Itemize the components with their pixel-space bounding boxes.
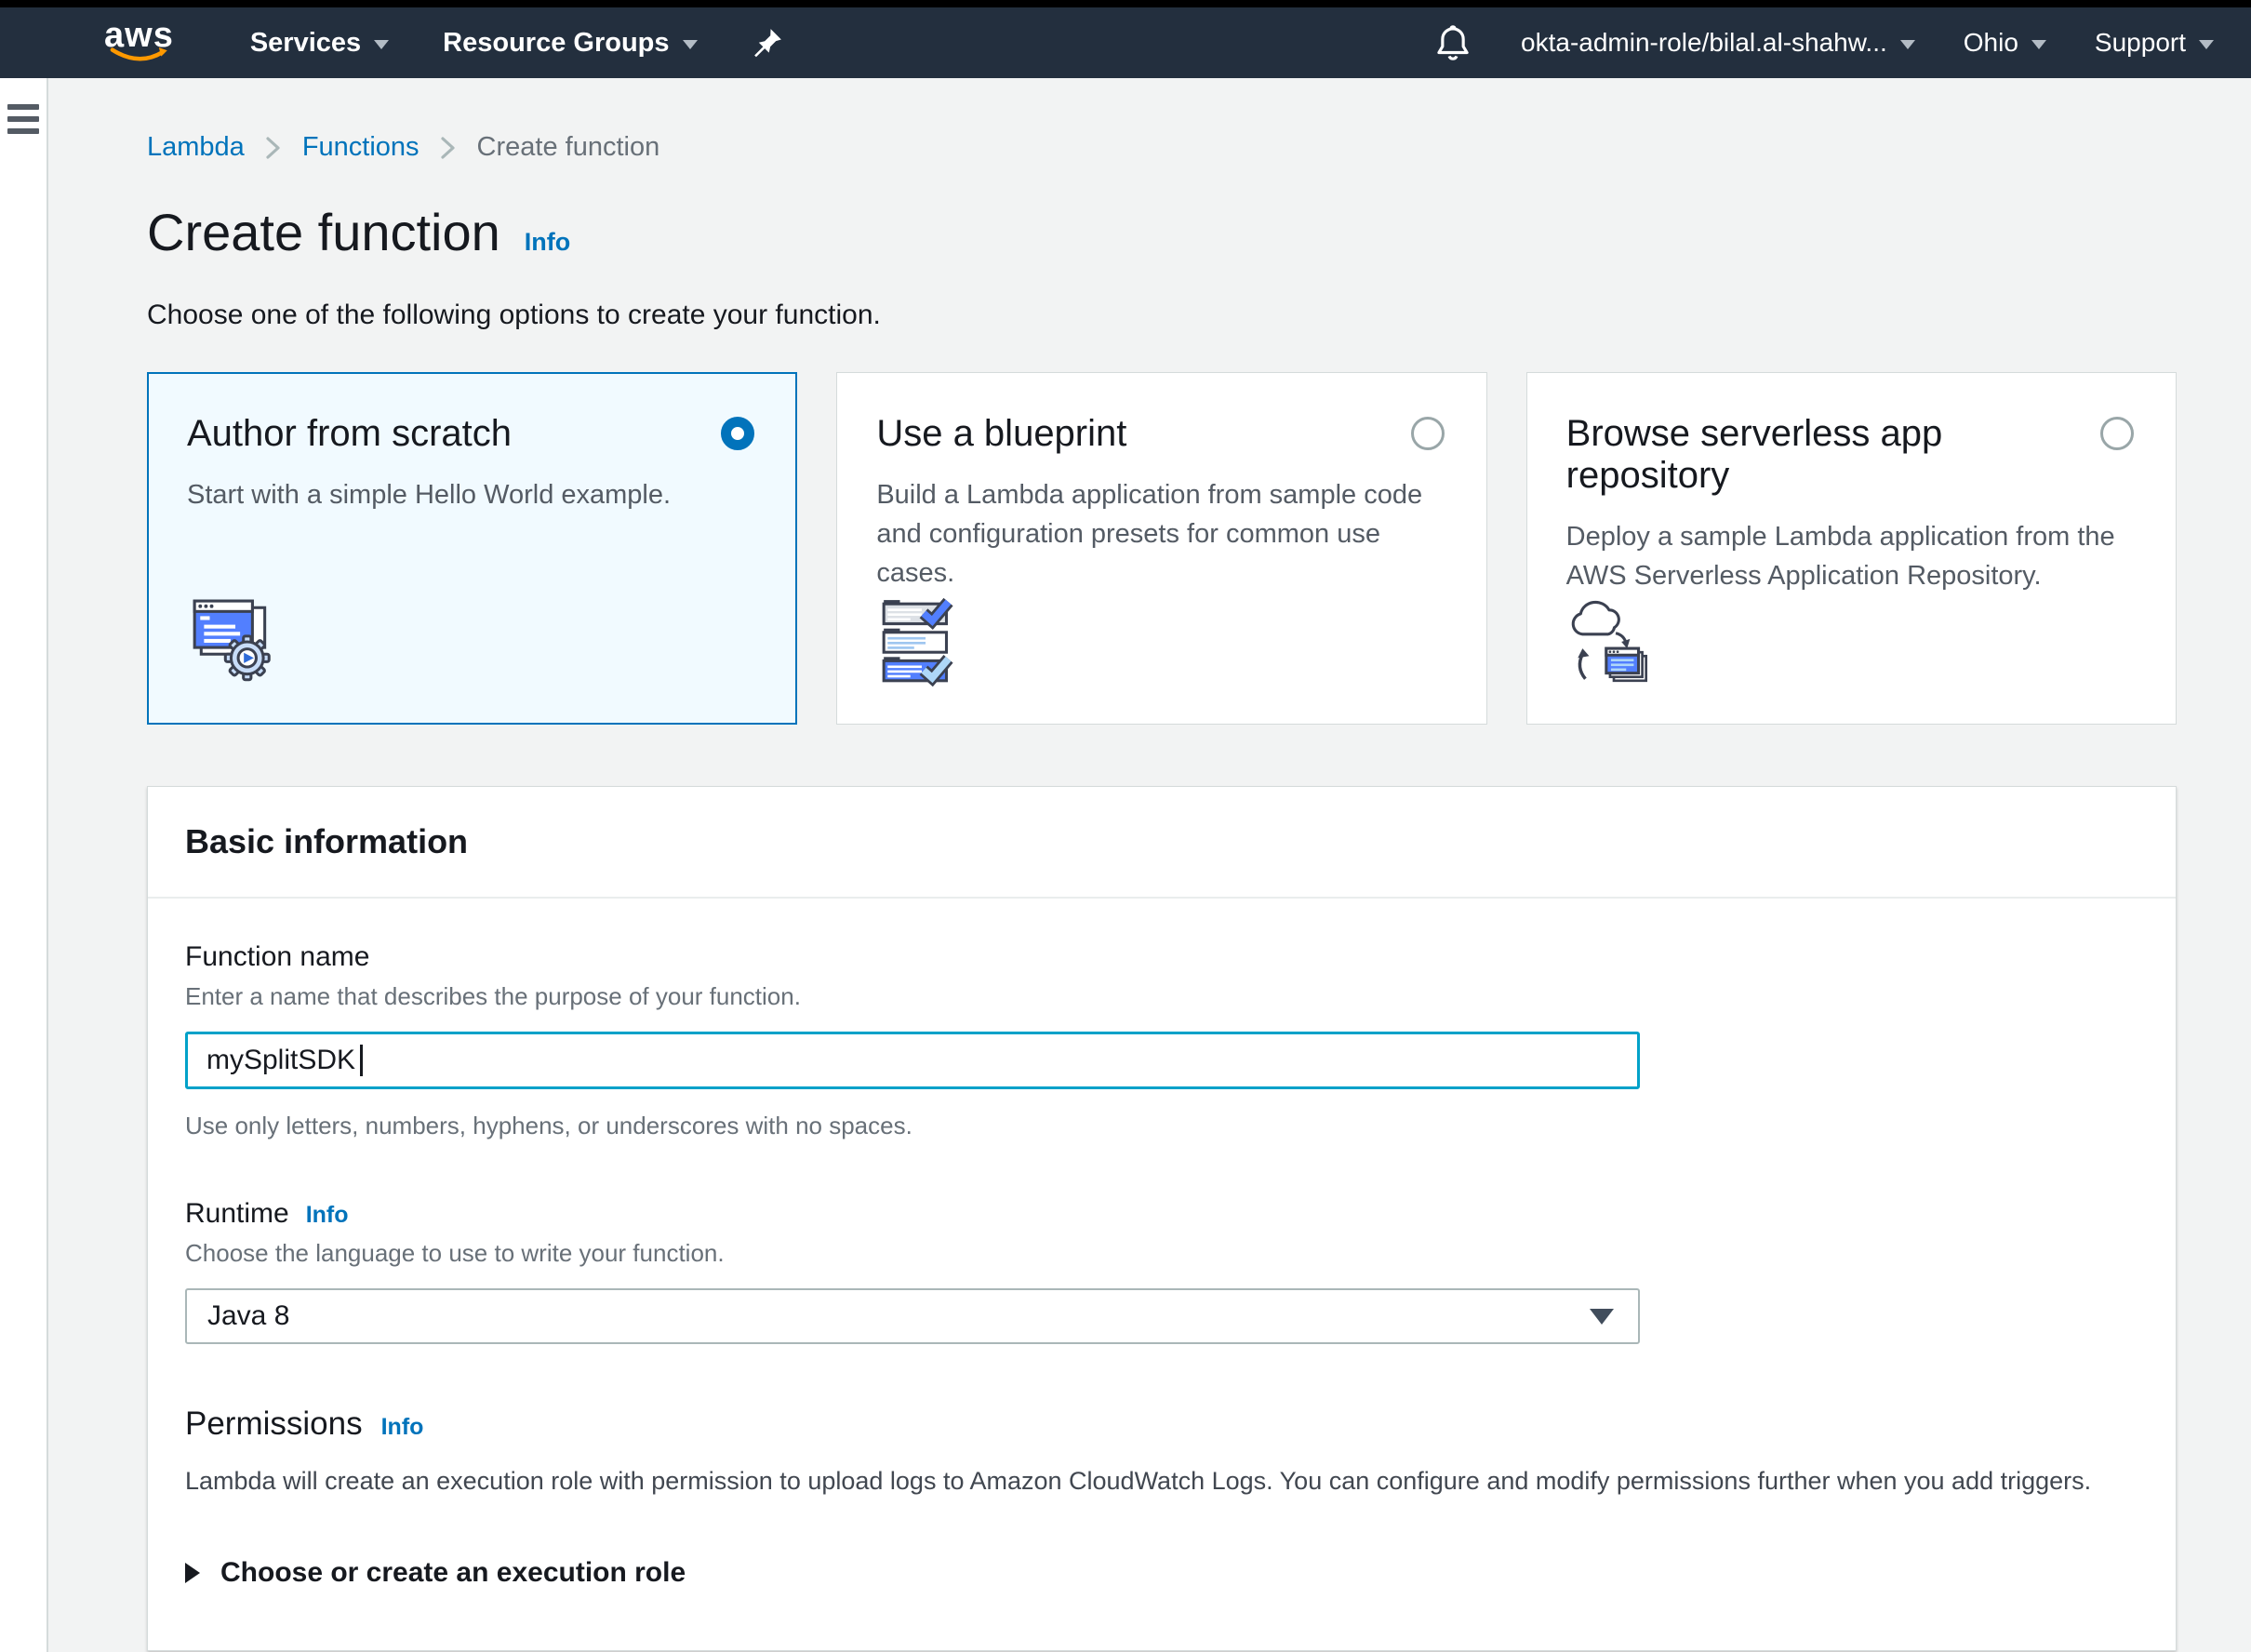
- page-title-info-link[interactable]: Info: [525, 228, 570, 257]
- permissions-heading: Permissions: [185, 1406, 363, 1443]
- cloud-deploy-icon: [1566, 595, 2134, 690]
- triangle-right-icon: [185, 1563, 200, 1583]
- function-name-help: Enter a name that describes the purpose …: [185, 982, 2138, 1011]
- function-name-label: Function name: [185, 941, 2138, 973]
- services-label: Services: [250, 28, 361, 59]
- resource-groups-label: Resource Groups: [443, 28, 669, 59]
- permissions-info-link[interactable]: Info: [381, 1414, 424, 1441]
- card-description: Deploy a sample Lambda application from …: [1566, 517, 2134, 595]
- main-content: Lambda Functions Create function Create …: [48, 78, 2251, 1652]
- radio-author-from-scratch[interactable]: [721, 417, 754, 450]
- account-label: okta-admin-role/bilal.al-shahw...: [1521, 28, 1887, 58]
- radio-use-a-blueprint[interactable]: [1411, 417, 1445, 450]
- aws-smile-icon: [109, 47, 168, 64]
- runtime-help: Choose the language to use to write your…: [185, 1239, 2138, 1268]
- chevron-right-icon: [265, 134, 282, 162]
- chevron-down-icon: [1900, 40, 1915, 49]
- permissions-description: Lambda will create an execution role wit…: [185, 1467, 2138, 1496]
- window-gear-play-icon: [187, 595, 754, 690]
- chevron-down-icon: [2031, 40, 2046, 49]
- pin-icon: [752, 27, 783, 59]
- chevron-down-icon: [374, 40, 389, 49]
- card-description: Build a Lambda application from sample c…: [876, 475, 1444, 593]
- aws-logo[interactable]: aws: [104, 21, 174, 64]
- function-name-input[interactable]: [185, 1032, 1640, 1089]
- resource-groups-menu[interactable]: Resource Groups: [443, 28, 697, 59]
- collapsed-sidebar: [0, 78, 48, 1652]
- region-label: Ohio: [1964, 28, 2018, 58]
- card-browse-serverless-app-repository[interactable]: Browse serverless app repository Deploy …: [1526, 372, 2177, 725]
- function-name-constraint: Use only letters, numbers, hyphens, or u…: [185, 1112, 2138, 1140]
- bell-icon: [1433, 23, 1472, 62]
- chevron-down-icon: [1590, 1309, 1614, 1325]
- chevron-right-icon: [440, 134, 457, 162]
- text-cursor: [360, 1045, 363, 1076]
- hamburger-menu-icon[interactable]: [7, 104, 39, 134]
- pin-shortcut-button[interactable]: [752, 27, 783, 59]
- support-menu[interactable]: Support: [2095, 28, 2214, 58]
- execution-role-expander[interactable]: Choose or create an execution role: [185, 1557, 2138, 1589]
- chevron-down-icon: [683, 40, 698, 49]
- creation-option-cards: Author from scratch Start with a simple …: [147, 372, 2177, 725]
- basic-information-heading: Basic information: [185, 822, 2138, 861]
- card-author-from-scratch[interactable]: Author from scratch Start with a simple …: [147, 372, 797, 725]
- execution-role-expander-label: Choose or create an execution role: [220, 1557, 686, 1589]
- card-title: Author from scratch: [187, 413, 512, 455]
- breadcrumb-lambda-link[interactable]: Lambda: [147, 132, 245, 163]
- page-subtitle: Choose one of the following options to c…: [147, 300, 2177, 331]
- top-navigation-bar: aws Services Resource Groups: [0, 7, 2251, 78]
- card-description: Start with a simple Hello World example.: [187, 475, 754, 514]
- region-menu[interactable]: Ohio: [1964, 28, 2046, 58]
- basic-information-panel: Basic information Function name Enter a …: [147, 786, 2177, 1651]
- account-menu[interactable]: okta-admin-role/bilal.al-shahw...: [1521, 28, 1915, 58]
- page-title: Create function: [147, 202, 500, 262]
- runtime-label: Runtime: [185, 1198, 289, 1230]
- radio-browse-serverless-app-repository[interactable]: [2100, 417, 2134, 450]
- breadcrumb: Lambda Functions Create function: [147, 132, 2177, 163]
- notifications-button[interactable]: [1433, 23, 1472, 62]
- services-menu[interactable]: Services: [250, 28, 389, 59]
- card-title: Browse serverless app repository: [1566, 413, 2100, 497]
- checklist-icon: [876, 595, 1444, 690]
- runtime-selected-value: Java 8: [207, 1300, 289, 1332]
- chevron-down-icon: [2199, 40, 2214, 49]
- breadcrumb-current: Create function: [477, 132, 660, 163]
- runtime-select[interactable]: Java 8: [185, 1288, 1640, 1344]
- card-title: Use a blueprint: [876, 413, 1126, 455]
- runtime-info-link[interactable]: Info: [306, 1202, 349, 1229]
- aws-logo-text: aws: [104, 21, 174, 49]
- card-use-a-blueprint[interactable]: Use a blueprint Build a Lambda applicati…: [836, 372, 1486, 725]
- breadcrumb-functions-link[interactable]: Functions: [302, 132, 420, 163]
- support-label: Support: [2095, 28, 2186, 58]
- window-top-strip: [0, 0, 2251, 7]
